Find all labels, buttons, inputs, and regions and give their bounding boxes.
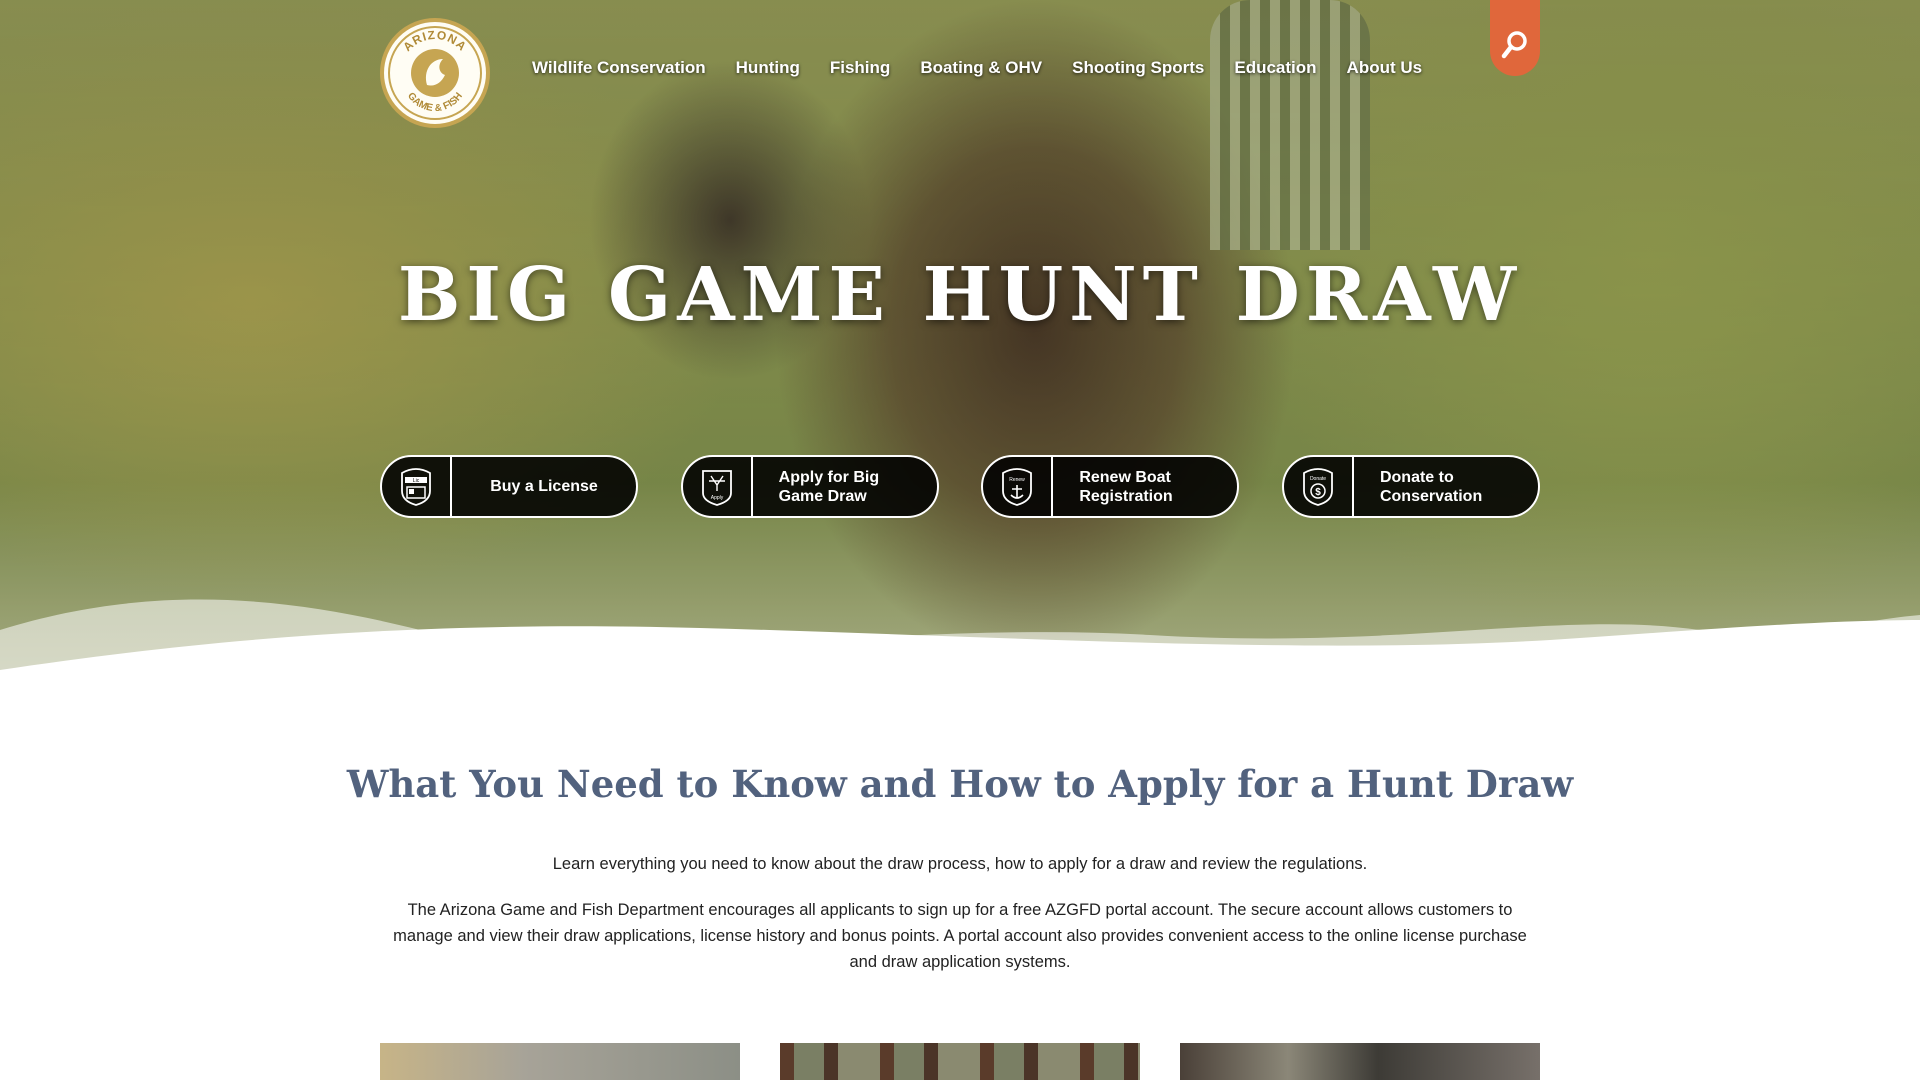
portal-info-text: The Arizona Game and Fish Department enc… [393,901,1527,971]
donate-badge-icon: Donate $ [1284,457,1354,516]
search-icon [1501,31,1527,59]
nav-hunting[interactable]: Hunting [736,58,800,78]
svg-text:Apply: Apply [710,495,723,501]
svg-text:Lic: Lic [413,478,420,484]
svg-text:$: $ [1315,487,1321,498]
apply-badge-icon: Apply [683,457,753,516]
svg-text:Donate: Donate [1310,476,1326,482]
nav-about-us[interactable]: About Us [1347,58,1423,78]
site-logo[interactable]: ARIZONA GAME & FISH [380,18,490,128]
hero-banner [0,0,1920,690]
renew-boat-registration-label: Renew Boat Registration [1079,468,1173,505]
main-nav: Wildlife Conservation Hunting Fishing Bo… [532,58,1422,78]
nav-fishing[interactable]: Fishing [830,58,890,78]
nav-education[interactable]: Education [1234,58,1316,78]
buy-license-label: Buy a License [490,478,598,495]
section-title: What You Need to Know and How to Apply f… [346,762,1574,806]
feature-card-1-image[interactable] [380,1043,740,1080]
renew-badge-icon: Renew [983,457,1054,516]
nav-shooting-sports[interactable]: Shooting Sports [1072,58,1204,78]
search-button[interactable] [1490,0,1540,76]
donate-to-conservation-button[interactable]: Donate $ Donate to Conservation [1281,455,1540,518]
hero-wave-divider [0,599,1920,690]
nav-boating-ohv[interactable]: Boating & OHV [920,58,1042,78]
apply-big-game-draw-button[interactable]: Apply Apply for Big Game Draw [680,455,939,518]
svg-text:Renew: Renew [1010,477,1026,483]
hero-title: BIG GAME HUNT DRAW [397,252,1523,338]
donate-to-conservation-label: Donate to Conservation [1379,468,1483,505]
feature-cards [380,1043,1540,1080]
logo-emblem-icon: ARIZONA GAME & FISH [388,26,482,120]
apply-big-game-draw-label: Apply for Big Game Draw [778,468,880,505]
quick-actions: Lic Buy a License Apply Apply for Big Ga… [380,455,1540,518]
intro-text: Learn everything you need to know about … [552,855,1368,873]
feature-card-3-image[interactable] [1180,1043,1540,1080]
buy-license-button[interactable]: Lic Buy a License [380,455,638,518]
feature-card-2-image[interactable] [780,1043,1140,1080]
license-badge-icon: Lic [382,457,452,516]
renew-boat-registration-button[interactable]: Renew Renew Boat Registration [981,455,1240,518]
nav-wildlife-conservation[interactable]: Wildlife Conservation [532,58,706,78]
